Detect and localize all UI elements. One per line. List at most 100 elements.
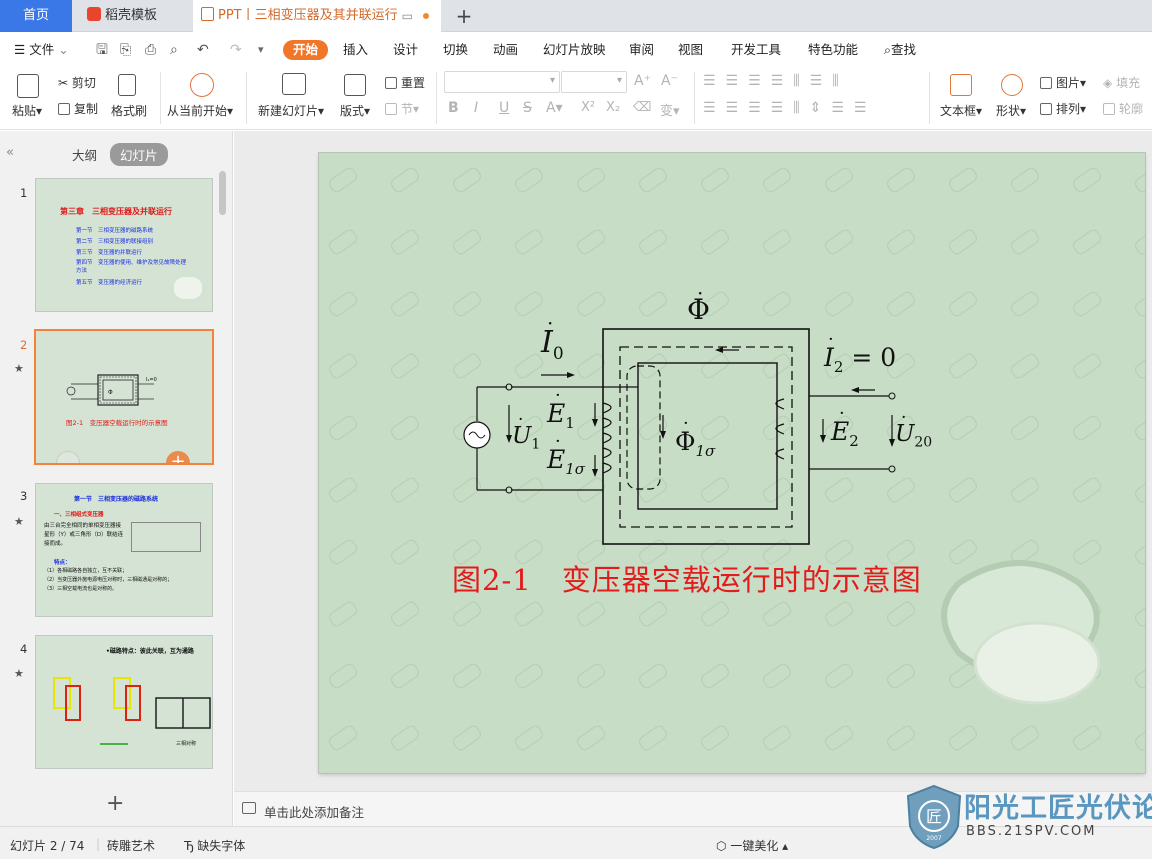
layout-icon[interactable] — [344, 74, 366, 96]
menu-design[interactable]: 设计 — [393, 40, 418, 60]
font-color-icon[interactable]: A▾ — [546, 100, 563, 116]
picture-icon — [1040, 77, 1052, 89]
templates-icon — [87, 7, 101, 21]
new-slide-button[interactable]: 新建幻灯片▾ — [258, 102, 324, 119]
decrease-font-icon[interactable]: A⁻ — [661, 73, 678, 89]
notes-icon — [242, 802, 256, 814]
file-menu[interactable]: ☰ 文件 ⌄ — [14, 40, 69, 60]
menu-transition[interactable]: 切换 — [443, 40, 468, 60]
paste-label: 粘贴 — [12, 104, 37, 118]
section-label: 节 — [401, 102, 414, 116]
export-pdf-icon[interactable]: ⎘ — [120, 40, 131, 60]
paragraph-tools-row2[interactable]: ☰☰☰☰⫼⇕☰☰ — [703, 100, 876, 116]
fill-label: 填充 — [1116, 76, 1141, 90]
font-size-select[interactable]: ▾ — [561, 71, 627, 93]
layout-button[interactable]: 版式▾ — [340, 102, 370, 119]
outline-button[interactable]: 轮廓 — [1103, 100, 1143, 117]
slide-caption[interactable]: 图2-1 变压器空载运行时的示意图 — [452, 557, 922, 599]
menu-view[interactable]: 视图 — [678, 40, 703, 60]
strikethrough-icon[interactable]: S — [523, 100, 532, 116]
add-tab-button[interactable]: + — [452, 0, 476, 32]
format-painter-icon[interactable] — [118, 74, 136, 96]
add-slide-button[interactable]: + — [106, 791, 124, 816]
bold-icon[interactable]: B — [448, 100, 459, 116]
slide-thumbnail-3[interactable]: 第一节 三相变压器的磁路系统 一、三相组式变压器 由三台完全相同的单相变压器接星… — [35, 483, 213, 617]
print-icon[interactable]: ⎙ — [145, 40, 156, 60]
search-button[interactable]: ⌕查找 — [884, 40, 916, 60]
from-current-button[interactable]: 从当前开始▾ — [167, 102, 233, 119]
clear-format-icon[interactable]: ⌫ — [633, 100, 651, 115]
cut-button[interactable]: ✂ 剪切 — [58, 74, 96, 91]
notes-placeholder[interactable]: 单击此处添加备注 — [264, 802, 364, 821]
phonetic-icon[interactable]: 变▾ — [660, 100, 680, 119]
forum-watermark: 匠 2007 阳光工匠光伏论坛 BBS.21SPV.COM — [900, 780, 1152, 852]
unsaved-dot-icon — [423, 13, 429, 19]
beautify-icon: ⬡ — [716, 839, 727, 853]
menu-insert[interactable]: 插入 — [343, 40, 368, 60]
tab-templates[interactable]: 稻壳模板 — [75, 0, 190, 32]
menu-start[interactable]: 开始 — [283, 40, 329, 60]
underline-icon[interactable]: U — [499, 100, 509, 116]
picture-button[interactable]: 图片▾ — [1040, 74, 1086, 91]
slide-thumbnail-4[interactable]: •磁路特点：彼此关联，互为通路 三相对称 — [35, 635, 213, 769]
theme-name[interactable]: 砖雕艺术 — [107, 837, 155, 854]
paragraph-tools-row1[interactable]: ☰☰☰☰⫼☰⫼ — [703, 73, 849, 89]
label-e1-sub: 1 — [565, 414, 575, 432]
copy-button[interactable]: 复制 — [58, 100, 98, 117]
animation-star-icon: ★ — [14, 515, 24, 528]
slide-2[interactable]: · Φ · I0 · I2 = 0 · E1 · U1 · E1σ · Φ1σ · E2 · U2… — [319, 153, 1145, 773]
fill-button[interactable]: ◈ 填充 — [1103, 74, 1140, 91]
beautify-button[interactable]: ⬡ 一键美化 ▴ — [716, 837, 788, 854]
slide-thumbnail-1[interactable]: 第三章 三相变压器及并联运行 第一节 三相变压器的磁路系统 第二节 三相变压器的… — [35, 178, 213, 312]
scissors-icon: ✂ — [58, 76, 69, 90]
text-box-icon[interactable] — [950, 74, 972, 96]
ribbon-divider — [694, 72, 695, 124]
comment-icon[interactable]: ▭ — [402, 0, 413, 32]
tab-home[interactable]: 首页 — [0, 0, 72, 32]
paste-button[interactable]: 粘贴▾ — [12, 102, 42, 119]
font-family-select[interactable]: ▾ — [444, 71, 560, 93]
shape-button[interactable]: 形状▾ — [996, 102, 1026, 119]
panel-scrollbar[interactable] — [219, 171, 226, 215]
superscript-icon[interactable]: X² — [581, 100, 595, 115]
italic-icon[interactable]: I — [474, 100, 478, 116]
thumb-3-point: （3）三相空载电流也是对称的。 — [44, 586, 118, 592]
print-preview-icon[interactable]: ⌕ — [170, 40, 178, 60]
tab-document[interactable]: PPT丨三相变压器及其并联运行 ▭ — [193, 0, 441, 32]
ribbon-toolbar: 粘贴▾ ✂ 剪切 复制 格式刷 从当前开始▾ 新建幻灯片▾ 版式▾ 重置 节▾ … — [0, 66, 1152, 130]
watermark-brand: 阳光工匠光伏论坛 — [964, 793, 1152, 824]
slides-tab[interactable]: 幻灯片 — [110, 143, 168, 166]
collapse-panel-icon[interactable]: « — [6, 145, 14, 160]
label-phi1sigma-sub: 1σ — [695, 442, 716, 460]
chevron-up-icon: ▴ — [782, 839, 789, 853]
shape-icon[interactable] — [1001, 74, 1023, 96]
reset-button[interactable]: 重置 — [385, 74, 425, 91]
missing-font-button[interactable]: Ꚋ 缺失字体 — [184, 837, 245, 854]
thumb-1-item: 第三节 变压器的并联运行 — [76, 250, 143, 256]
save-icon[interactable]: 🖫 — [96, 40, 108, 60]
redo-icon[interactable]: ↷ — [230, 40, 242, 60]
hamburger-icon: ☰ — [14, 42, 26, 57]
quick-access-dropdown-icon[interactable]: ▾ — [258, 40, 264, 60]
play-icon[interactable] — [190, 73, 214, 97]
slide-thumbnail-2[interactable]: Φ I₂=0 图2-1 变压器空载运行时的示意图 + — [34, 329, 214, 465]
menu-animation[interactable]: 动画 — [493, 40, 518, 60]
new-slide-icon[interactable] — [282, 73, 306, 95]
transformer-diagram — [463, 328, 896, 545]
menu-features[interactable]: 特色功能 — [808, 40, 858, 60]
subscript-icon[interactable]: X₂ — [606, 100, 620, 115]
paste-icon[interactable] — [17, 74, 39, 98]
undo-icon[interactable]: ↶ — [197, 40, 209, 60]
increase-font-icon[interactable]: A⁺ — [634, 73, 651, 89]
text-box-button[interactable]: 文本框▾ — [940, 102, 982, 119]
menu-review[interactable]: 审阅 — [629, 40, 654, 60]
picture-label: 图片 — [1056, 76, 1081, 90]
section-button[interactable]: 节▾ — [385, 100, 419, 117]
menu-slideshow[interactable]: 幻灯片放映 — [543, 40, 606, 60]
thumb-3-point: （1）各相磁路各自独立，互不关联； — [44, 568, 128, 574]
tab-document-label: PPT丨三相变压器及其并联运行 — [218, 8, 398, 23]
arrange-button[interactable]: 排列▾ — [1040, 100, 1086, 117]
menu-developer[interactable]: 开发工具 — [731, 40, 781, 60]
format-painter-button[interactable]: 格式刷 — [111, 102, 147, 119]
outline-tab[interactable]: 大纲 — [72, 145, 97, 164]
